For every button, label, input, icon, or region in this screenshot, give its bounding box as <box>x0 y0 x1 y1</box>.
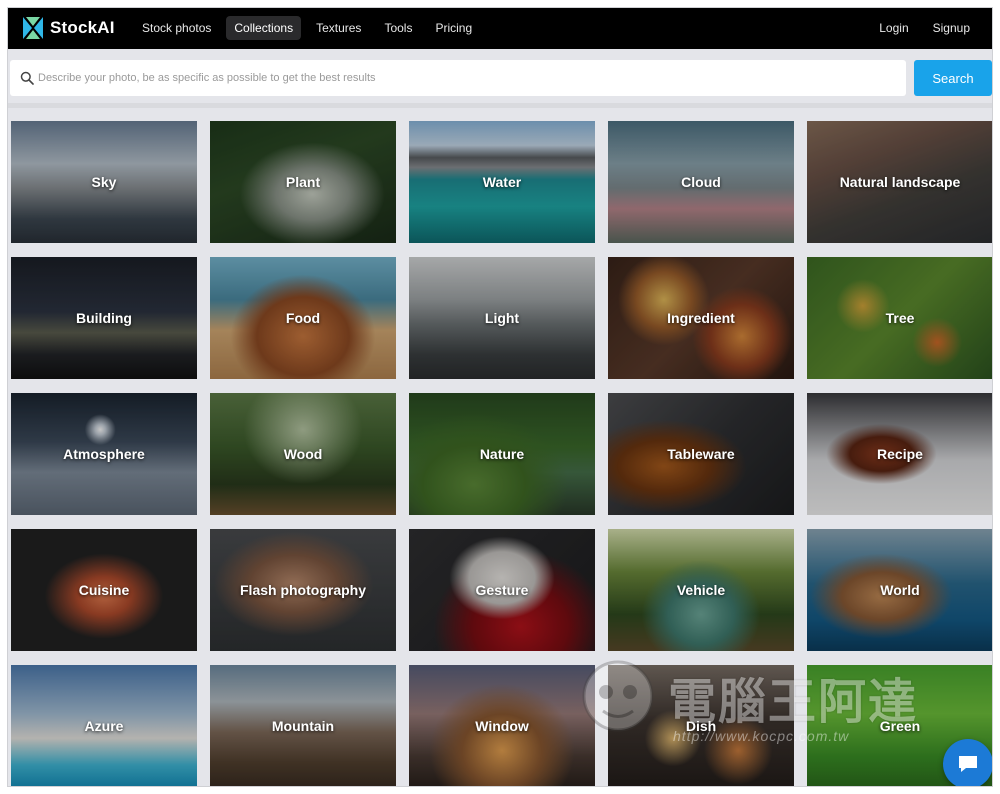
collection-label: Vehicle <box>676 582 726 598</box>
auth-links: Login Signup <box>863 16 978 40</box>
collection-label: Azure <box>84 718 124 734</box>
collection-label: Cuisine <box>78 582 130 598</box>
collection-tile-vehicle[interactable]: Vehicle <box>608 529 794 651</box>
collection-tile-recipe[interactable]: Recipe <box>807 393 992 515</box>
collection-label: Atmosphere <box>63 446 145 462</box>
collection-label: Water <box>482 174 522 190</box>
collection-label: Light <box>484 310 520 326</box>
collection-tile-building[interactable]: Building <box>11 257 197 379</box>
collection-tile-world[interactable]: World <box>807 529 992 651</box>
chat-bubble-icon <box>959 756 977 772</box>
collection-tile-natural-landscape[interactable]: Natural landscape <box>807 121 992 243</box>
search-icon <box>20 71 34 85</box>
search-input[interactable] <box>38 60 898 96</box>
collection-label: Wood <box>283 446 323 462</box>
collection-tile-dish[interactable]: Dish <box>608 665 794 786</box>
collection-label: Nature <box>479 446 525 462</box>
collection-tile-cuisine[interactable]: Cuisine <box>11 529 197 651</box>
collection-label: Plant <box>285 174 321 190</box>
collection-label: Window <box>475 718 529 734</box>
nav-textures[interactable]: Textures <box>308 16 369 40</box>
login-link[interactable]: Login <box>871 16 916 40</box>
collection-label: Gesture <box>475 582 529 598</box>
nav-collections[interactable]: Collections <box>226 16 302 40</box>
collection-label: Natural landscape <box>839 174 961 190</box>
search-divider <box>8 103 992 108</box>
collection-label: Mountain <box>271 718 335 734</box>
collection-label: Green <box>879 718 921 734</box>
chat-button[interactable] <box>943 739 992 786</box>
collection-label: Ingredient <box>667 310 735 326</box>
collection-tile-light[interactable]: Light <box>409 257 595 379</box>
brand-name: StockAI <box>50 18 115 37</box>
signup-link[interactable]: Signup <box>925 16 978 40</box>
collection-tile-mountain[interactable]: Mountain <box>210 665 396 786</box>
collection-tile-food[interactable]: Food <box>210 257 396 379</box>
collection-tile-plant[interactable]: Plant <box>210 121 396 243</box>
collection-tile-tree[interactable]: Tree <box>807 257 992 379</box>
collection-tile-window[interactable]: Window <box>409 665 595 786</box>
collection-label: Cloud <box>681 174 721 190</box>
browser-viewport: StockAI Stock photos Collections Texture… <box>8 8 992 786</box>
nav-links: Stock photos Collections Textures Tools … <box>134 16 487 40</box>
nav-pricing[interactable]: Pricing <box>427 16 480 40</box>
collection-tile-water[interactable]: Water <box>409 121 595 243</box>
collection-tile-nature[interactable]: Nature <box>409 393 595 515</box>
collection-tile-flash-photography[interactable]: Flash photography <box>210 529 396 651</box>
collection-tile-ingredient[interactable]: Ingredient <box>608 257 794 379</box>
collection-tile-tableware[interactable]: Tableware <box>608 393 794 515</box>
collection-label: Sky <box>91 174 117 190</box>
nav-tools[interactable]: Tools <box>376 16 420 40</box>
collection-label: World <box>880 582 920 598</box>
stockai-logo-icon <box>23 17 43 39</box>
collection-label: Building <box>76 310 132 326</box>
collection-label: Tableware <box>667 446 735 462</box>
collection-tile-cloud[interactable]: Cloud <box>608 121 794 243</box>
collection-tile-atmosphere[interactable]: Atmosphere <box>11 393 197 515</box>
collection-tile-azure[interactable]: Azure <box>11 665 197 786</box>
collection-tile-sky[interactable]: Sky <box>11 121 197 243</box>
collection-tile-wood[interactable]: Wood <box>210 393 396 515</box>
search-bar <box>10 60 906 96</box>
collections-grid: Sky Plant Water Cloud Natural landscape … <box>11 121 992 786</box>
nav-stock-photos[interactable]: Stock photos <box>134 16 219 40</box>
search-button[interactable]: Search <box>914 60 992 96</box>
logo[interactable]: StockAI <box>23 17 115 39</box>
collection-label: Flash photography <box>240 582 366 598</box>
collection-tile-gesture[interactable]: Gesture <box>409 529 595 651</box>
collection-label: Tree <box>885 310 915 326</box>
collection-label: Recipe <box>877 446 923 462</box>
collection-label: Food <box>285 310 321 326</box>
top-navbar: StockAI Stock photos Collections Texture… <box>8 8 992 49</box>
collection-label: Dish <box>685 718 717 734</box>
